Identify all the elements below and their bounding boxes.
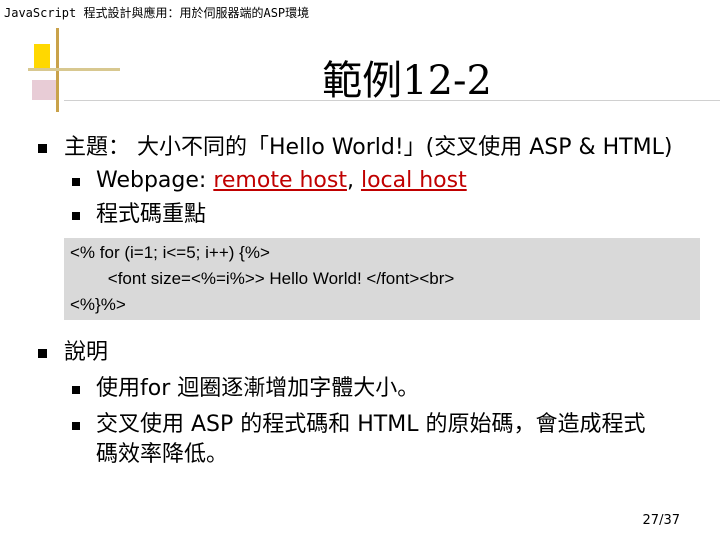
explain-label: 說明 [64,340,109,365]
explain-line-1: 使用for 迴圈逐漸增加字體大小。 [96,376,420,401]
sub-bullet-icon [72,386,80,394]
bullet-icon [38,349,47,358]
explain-line-2a: 交叉使用 ASP 的程式碼和 HTML 的原始碼，會造成程式 [96,412,646,437]
keypoints-line: 程式碼重點 [96,202,207,227]
sub-bullet-icon [72,212,80,220]
code-line-3: <%}%> [70,295,126,314]
local-host-link[interactable]: local host [361,168,467,193]
remote-host-link[interactable]: remote host [213,168,347,193]
webpage-sep: , [346,168,361,193]
slide-header: JavaScript 程式設計與應用：用於伺服器端的ASP環境 [4,6,310,20]
sub-bullet-icon [72,422,80,430]
webpage-line: Webpage: remote host, local host [96,166,467,196]
bullet-icon [38,144,47,153]
decorative-yellow-square [34,44,50,68]
explain-line-2b: 碼效率降低。 [96,442,229,467]
code-line-2: <font size=<%=i%>> Hello World! </font><… [70,269,455,288]
sub-bullet-icon [72,178,80,186]
topic-label: 主題： [64,135,131,160]
topic-text: 大小不同的「Hello World!」(交叉使用 ASP & HTML) [137,135,673,160]
topic-line: 主題： 大小不同的「Hello World!」(交叉使用 ASP & HTML) [64,133,672,163]
code-line-1: <% for (i=1; i<=5; i++) {%> [70,243,270,262]
page-number: 27/37 [642,513,680,528]
slide-title: 範例12-2 [322,58,492,104]
webpage-prefix: Webpage: [96,168,214,193]
decorative-horizontal-line [28,68,120,71]
decorative-pink-square [32,80,56,100]
code-block: <% for (i=1; i<=5; i++) {%> <font size=<… [64,238,700,320]
